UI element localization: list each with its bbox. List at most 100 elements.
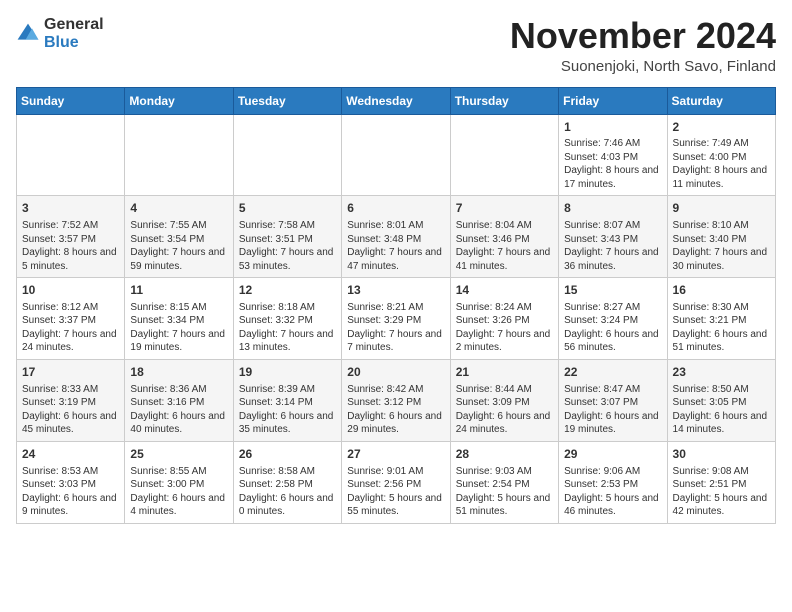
day-number: 8: [564, 200, 661, 217]
day-info: Sunrise: 8:30 AM Sunset: 3:21 PM Dayligh…: [673, 301, 770, 355]
table-row: 9 Sunrise: 8:10 AM Sunset: 3:40 PM Daylig…: [667, 196, 775, 278]
month-title: November 2024: [510, 16, 776, 56]
day-info: Sunrise: 8:24 AM Sunset: 3:26 PM Dayligh…: [456, 301, 553, 355]
logo-blue: Blue: [44, 34, 104, 52]
table-row: 19 Sunrise: 8:39 AM Sunset: 3:14 PM Dayli…: [233, 359, 341, 441]
logo: General Blue: [16, 16, 104, 51]
day-info: Sunrise: 9:03 AM Sunset: 2:54 PM Dayligh…: [456, 465, 553, 519]
day-info: Sunrise: 7:49 AM Sunset: 4:00 PM Dayligh…: [673, 137, 770, 191]
logo-icon: [16, 22, 40, 46]
day-number: 28: [456, 446, 553, 463]
col-tuesday: Tuesday: [233, 87, 341, 114]
table-row: 30 Sunrise: 9:08 AM Sunset: 2:51 PM Dayli…: [667, 441, 775, 523]
day-number: 19: [239, 364, 336, 381]
day-number: 29: [564, 446, 661, 463]
day-info: Sunrise: 8:27 AM Sunset: 3:24 PM Dayligh…: [564, 301, 661, 355]
table-row: 29 Sunrise: 9:06 AM Sunset: 2:53 PM Dayli…: [559, 441, 667, 523]
day-number: 7: [456, 200, 553, 217]
day-number: 25: [130, 446, 227, 463]
day-number: 22: [564, 364, 661, 381]
table-row: 6 Sunrise: 8:01 AM Sunset: 3:48 PM Daylig…: [342, 196, 450, 278]
day-number: 27: [347, 446, 444, 463]
col-saturday: Saturday: [667, 87, 775, 114]
day-number: 21: [456, 364, 553, 381]
table-row: [17, 114, 125, 196]
col-sunday: Sunday: [17, 87, 125, 114]
day-info: Sunrise: 8:18 AM Sunset: 3:32 PM Dayligh…: [239, 301, 336, 355]
day-number: 6: [347, 200, 444, 217]
table-row: 23Sunrise: 8:50 AM Sunset: 3:05 PM Dayli…: [667, 359, 775, 441]
table-row: 4 Sunrise: 7:55 AM Sunset: 3:54 PM Daylig…: [125, 196, 233, 278]
table-row: 2Sunrise: 7:49 AM Sunset: 4:00 PM Daylig…: [667, 114, 775, 196]
calendar-week-row: 17 Sunrise: 8:33 AM Sunset: 3:19 PM Dayli…: [17, 359, 776, 441]
day-info: Sunrise: 9:06 AM Sunset: 2:53 PM Dayligh…: [564, 465, 661, 519]
table-row: 26 Sunrise: 8:58 AM Sunset: 2:58 PM Dayli…: [233, 441, 341, 523]
col-friday: Friday: [559, 87, 667, 114]
table-row: [342, 114, 450, 196]
day-number: 12: [239, 282, 336, 299]
table-row: 1Sunrise: 7:46 AM Sunset: 4:03 PM Daylig…: [559, 114, 667, 196]
day-info: Sunrise: 8:39 AM Sunset: 3:14 PM Dayligh…: [239, 383, 336, 437]
day-info: Sunrise: 7:55 AM Sunset: 3:54 PM Dayligh…: [130, 219, 227, 273]
table-row: 3Sunrise: 7:52 AM Sunset: 3:57 PM Daylig…: [17, 196, 125, 278]
table-row: 5 Sunrise: 7:58 AM Sunset: 3:51 PM Daylig…: [233, 196, 341, 278]
col-monday: Monday: [125, 87, 233, 114]
table-row: [450, 114, 558, 196]
day-info: Sunrise: 8:07 AM Sunset: 3:43 PM Dayligh…: [564, 219, 661, 273]
table-row: 8 Sunrise: 8:07 AM Sunset: 3:43 PM Daylig…: [559, 196, 667, 278]
calendar-header-row: Sunday Monday Tuesday Wednesday Thursday…: [17, 87, 776, 114]
day-info: Sunrise: 8:47 AM Sunset: 3:07 PM Dayligh…: [564, 383, 661, 437]
day-info: Sunrise: 7:46 AM Sunset: 4:03 PM Dayligh…: [564, 137, 661, 191]
table-row: 13 Sunrise: 8:21 AM Sunset: 3:29 PM Dayli…: [342, 278, 450, 360]
table-row: 28 Sunrise: 9:03 AM Sunset: 2:54 PM Dayli…: [450, 441, 558, 523]
day-info: Sunrise: 7:52 AM Sunset: 3:57 PM Dayligh…: [22, 219, 119, 273]
day-number: 2: [673, 119, 770, 136]
day-info: Sunrise: 8:53 AM Sunset: 3:03 PM Dayligh…: [22, 465, 119, 519]
location: Suonenjoki, North Savo, Finland: [510, 58, 776, 75]
table-row: 12 Sunrise: 8:18 AM Sunset: 3:32 PM Dayli…: [233, 278, 341, 360]
day-info: Sunrise: 8:55 AM Sunset: 3:00 PM Dayligh…: [130, 465, 227, 519]
day-number: 4: [130, 200, 227, 217]
day-number: 15: [564, 282, 661, 299]
day-number: 23: [673, 364, 770, 381]
day-number: 18: [130, 364, 227, 381]
calendar-week-row: 24Sunrise: 8:53 AM Sunset: 3:03 PM Dayli…: [17, 441, 776, 523]
day-number: 10: [22, 282, 119, 299]
day-info: Sunrise: 8:12 AM Sunset: 3:37 PM Dayligh…: [22, 301, 119, 355]
title-section: November 2024 Suonenjoki, North Savo, Fi…: [510, 16, 776, 75]
table-row: 20Sunrise: 8:42 AM Sunset: 3:12 PM Dayli…: [342, 359, 450, 441]
day-number: 17: [22, 364, 119, 381]
day-info: Sunrise: 8:42 AM Sunset: 3:12 PM Dayligh…: [347, 383, 444, 437]
calendar-table: Sunday Monday Tuesday Wednesday Thursday…: [16, 87, 776, 524]
day-number: 13: [347, 282, 444, 299]
table-row: 24Sunrise: 8:53 AM Sunset: 3:03 PM Dayli…: [17, 441, 125, 523]
day-info: Sunrise: 8:44 AM Sunset: 3:09 PM Dayligh…: [456, 383, 553, 437]
day-info: Sunrise: 8:58 AM Sunset: 2:58 PM Dayligh…: [239, 465, 336, 519]
day-info: Sunrise: 7:58 AM Sunset: 3:51 PM Dayligh…: [239, 219, 336, 273]
day-info: Sunrise: 8:33 AM Sunset: 3:19 PM Dayligh…: [22, 383, 119, 437]
day-info: Sunrise: 8:10 AM Sunset: 3:40 PM Dayligh…: [673, 219, 770, 273]
table-row: 10 Sunrise: 8:12 AM Sunset: 3:37 PM Dayli…: [17, 278, 125, 360]
day-info: Sunrise: 9:08 AM Sunset: 2:51 PM Dayligh…: [673, 465, 770, 519]
logo-text: General Blue: [44, 16, 104, 51]
day-number: 30: [673, 446, 770, 463]
logo-general: General: [44, 16, 104, 34]
table-row: 14 Sunrise: 8:24 AM Sunset: 3:26 PM Dayli…: [450, 278, 558, 360]
day-number: 14: [456, 282, 553, 299]
day-info: Sunrise: 8:21 AM Sunset: 3:29 PM Dayligh…: [347, 301, 444, 355]
day-number: 5: [239, 200, 336, 217]
day-info: Sunrise: 9:01 AM Sunset: 2:56 PM Dayligh…: [347, 465, 444, 519]
table-row: [125, 114, 233, 196]
day-info: Sunrise: 8:36 AM Sunset: 3:16 PM Dayligh…: [130, 383, 227, 437]
day-number: 1: [564, 119, 661, 136]
day-info: Sunrise: 8:01 AM Sunset: 3:48 PM Dayligh…: [347, 219, 444, 273]
table-row: 17 Sunrise: 8:33 AM Sunset: 3:19 PM Dayli…: [17, 359, 125, 441]
table-row: 11Sunrise: 8:15 AM Sunset: 3:34 PM Dayli…: [125, 278, 233, 360]
table-row: [233, 114, 341, 196]
col-thursday: Thursday: [450, 87, 558, 114]
day-number: 16: [673, 282, 770, 299]
table-row: 15 Sunrise: 8:27 AM Sunset: 3:24 PM Dayli…: [559, 278, 667, 360]
day-number: 9: [673, 200, 770, 217]
table-row: 21 Sunrise: 8:44 AM Sunset: 3:09 PM Dayli…: [450, 359, 558, 441]
day-number: 26: [239, 446, 336, 463]
